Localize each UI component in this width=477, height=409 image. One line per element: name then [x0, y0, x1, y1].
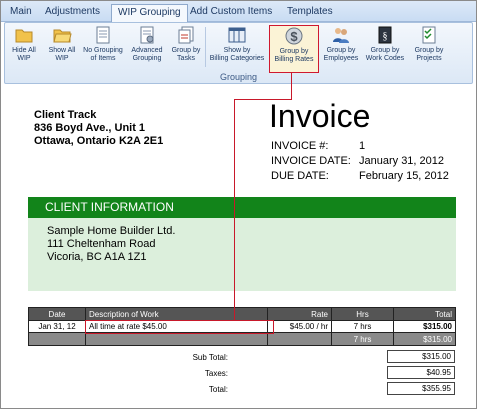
total-label: Total: — [208, 385, 228, 394]
table-header-row: Date Description of Work Rate Hrs Total — [28, 307, 456, 321]
invoice-number: 1 — [359, 140, 366, 152]
taxes-value: $40.95 — [387, 366, 455, 379]
group-by-projects-button[interactable]: Group by Projects — [409, 25, 449, 73]
app-window: Main Adjustments WIP Grouping Add Custom… — [0, 0, 477, 409]
button-label: Work Codes — [365, 55, 405, 62]
total-value: $355.95 — [387, 382, 455, 395]
due-date: February 15, 2012 — [359, 170, 449, 182]
dollar-icon: $ — [285, 27, 303, 45]
ribbon-group-label: Grouping — [219, 72, 258, 82]
button-label: Billing Categories — [209, 55, 265, 62]
callout-highlight-box — [85, 320, 274, 334]
button-label: Hide All — [12, 47, 36, 54]
company-address-line1: 836 Boyd Ave., Unit 1 — [34, 122, 146, 134]
row-total: $315.00 — [393, 320, 456, 333]
client-address-line2: Vicoria, BC A1A 1Z1 — [47, 251, 147, 263]
button-label: No Grouping — [83, 47, 123, 54]
show-all-wip-button[interactable]: Show All WIP — [45, 25, 79, 73]
row-rate: $45.00 / hr — [267, 320, 332, 333]
project-icon — [422, 26, 436, 44]
folder-icon — [15, 29, 33, 43]
tab-templates[interactable]: Templates — [281, 4, 339, 20]
button-label: Show All — [48, 47, 76, 54]
row-date: Jan 31, 12 — [28, 320, 86, 333]
button-label: Billing Rates — [274, 56, 314, 63]
hide-all-wip-button[interactable]: Hide All WIP — [7, 25, 41, 73]
invoice-date-label: INVOICE DATE: — [271, 155, 351, 167]
group-by-tasks-button[interactable]: Group by Tasks — [169, 25, 203, 73]
company-address-line2: Ottawa, Ontario K2A 2E1 — [34, 135, 164, 147]
button-label: Projects — [416, 55, 442, 62]
invoice-number-label: INVOICE #: — [271, 140, 329, 152]
button-label: of Items — [90, 55, 116, 62]
column-header-total: Total — [393, 307, 456, 321]
code-book-icon: § — [378, 26, 392, 44]
group-total: $315.00 — [393, 332, 456, 346]
subtotal-label: Sub Total: — [192, 353, 228, 362]
document-icon — [96, 26, 110, 44]
column-header-rate: Rate — [267, 307, 332, 321]
invoice-meta: INVOICE #: 1 INVOICE DATE: January 31, 201… — [271, 139, 449, 184]
button-label: Grouping — [132, 55, 162, 62]
column-header-hrs: Hrs — [331, 307, 394, 321]
empty-cell — [85, 332, 268, 346]
columns-icon — [228, 27, 246, 43]
no-grouping-button[interactable]: No Grouping of Items — [81, 25, 125, 73]
button-label: Tasks — [177, 55, 195, 62]
group-subtotal-row: 7 hrs $315.00 — [28, 332, 456, 346]
ribbon-separator — [205, 27, 206, 67]
button-label: Group by — [279, 48, 309, 55]
button-label: Group by — [326, 47, 356, 54]
tab-wip-grouping[interactable]: WIP Grouping — [111, 4, 188, 22]
client-name: Sample Home Builder Ltd. — [47, 225, 176, 237]
due-date-label: DUE DATE: — [271, 170, 329, 182]
folder-open-icon — [53, 29, 72, 43]
people-icon — [333, 28, 349, 43]
button-label: Group by — [414, 47, 444, 54]
group-by-employees-button[interactable]: Group by Employees — [321, 25, 361, 73]
tab-adjustments[interactable]: Adjustments — [39, 4, 106, 20]
callout-connector — [291, 72, 292, 99]
tab-add-custom-items[interactable]: Add Custom Items — [184, 4, 278, 20]
invoice-title: Invoice — [269, 98, 371, 134]
tab-main[interactable]: Main — [4, 4, 38, 20]
client-information-header: CLIENT INFORMATION — [28, 197, 456, 218]
empty-cell — [267, 332, 332, 346]
group-by-billing-rates-button[interactable]: $ Group by Billing Rates — [269, 25, 319, 73]
invoice-date: January 31, 2012 — [359, 155, 445, 167]
client-information: Sample Home Builder Ltd. 111 Cheltenham … — [28, 218, 456, 291]
company-name: Client Track — [34, 109, 97, 121]
button-label: Employees — [323, 55, 359, 62]
svg-text:§: § — [383, 31, 388, 42]
group-by-work-codes-button[interactable]: § Group by Work Codes — [363, 25, 407, 73]
callout-connector — [234, 99, 292, 100]
button-label: Group by — [171, 47, 201, 54]
svg-text:$: $ — [290, 29, 298, 44]
group-hrs: 7 hrs — [331, 332, 394, 346]
button-label: Group by — [370, 47, 400, 54]
column-header-date: Date — [28, 307, 86, 321]
ribbon-panel-grouping: Hide All WIP Show All WIP No Grouping of… — [4, 22, 473, 84]
callout-connector — [234, 99, 235, 320]
show-by-billing-categories-button[interactable]: Show by Billing Categories — [207, 25, 267, 73]
button-label: Show by — [223, 47, 251, 54]
button-label: WIP — [55, 55, 69, 62]
empty-cell — [28, 332, 86, 346]
document-settings-icon — [140, 26, 154, 44]
document-stack-icon — [178, 26, 194, 44]
taxes-label: Taxes: — [204, 369, 228, 378]
company-info: Client Track 836 Boyd Ave., Unit 1 Ottaw… — [34, 109, 163, 148]
subtotal-value: $315.00 — [387, 350, 455, 363]
ribbon-tabs: Main Adjustments WIP Grouping Add Custom… — [1, 1, 476, 22]
button-label: WIP — [17, 55, 31, 62]
client-address-line1: 111 Cheltenham Road — [47, 238, 156, 250]
advanced-grouping-button[interactable]: Advanced Grouping — [127, 25, 167, 73]
button-label: Advanced — [131, 47, 163, 54]
column-header-description: Description of Work — [85, 307, 268, 321]
row-hrs: 7 hrs — [331, 320, 394, 333]
